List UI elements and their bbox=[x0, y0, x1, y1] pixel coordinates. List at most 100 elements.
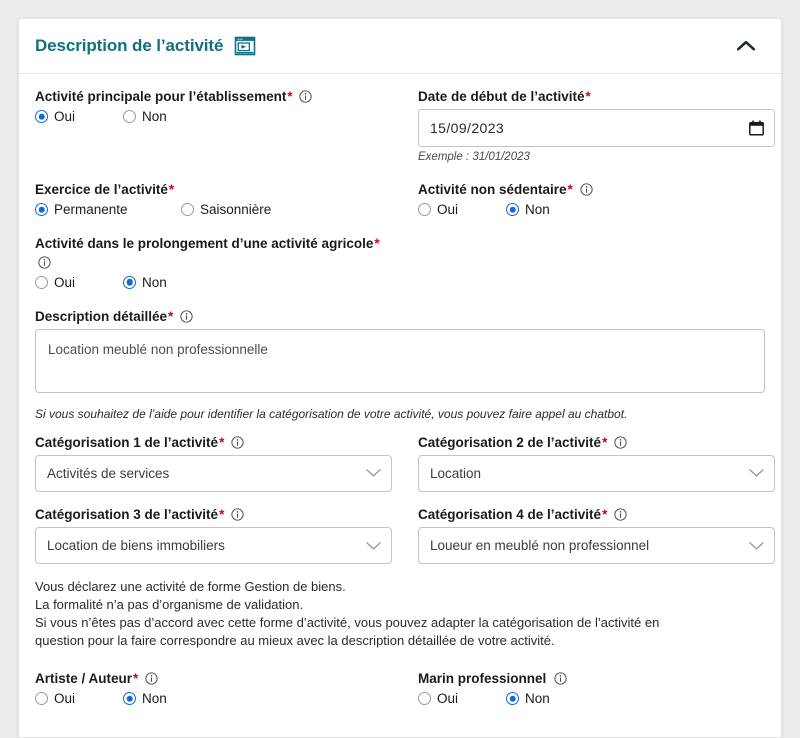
select-wrapper: Loueur en meublé non professionnel bbox=[418, 527, 775, 565]
label-text: Marin professionnel bbox=[418, 670, 547, 686]
info-icon[interactable] bbox=[614, 508, 627, 521]
info-icon[interactable] bbox=[614, 436, 627, 449]
radio-option-oui[interactable]: Oui bbox=[35, 275, 123, 290]
chevron-up-icon bbox=[736, 40, 756, 51]
label-text: Artiste / Auteur bbox=[35, 670, 133, 686]
label-text: Catégorisation 1 de l’activité bbox=[35, 434, 219, 450]
card-header[interactable]: Description de l’activité bbox=[19, 19, 781, 74]
field-label: Date de début de l’activité* bbox=[418, 88, 775, 106]
date-input-wrapper bbox=[418, 109, 775, 148]
description-detaillee-textarea[interactable] bbox=[35, 329, 765, 394]
categorisation-4-select[interactable]: Loueur en meublé non professionnel bbox=[418, 527, 775, 565]
radio-group-artiste-auteur[interactable]: Oui Non bbox=[35, 691, 392, 706]
radio-indicator[interactable] bbox=[35, 275, 48, 289]
radio-indicator[interactable] bbox=[123, 275, 136, 289]
radio-label: Oui bbox=[437, 202, 459, 218]
required-asterisk: * bbox=[287, 89, 293, 104]
field-categorisation-3: Catégorisation 3 de l’activité* Location… bbox=[35, 506, 392, 565]
radio-label: Non bbox=[525, 691, 550, 707]
field-description-detaillee: Description détaillée* bbox=[35, 308, 765, 398]
radio-group-prolongement-agricole[interactable]: Oui Non bbox=[35, 275, 392, 290]
info-icon[interactable] bbox=[231, 436, 244, 449]
radio-indicator[interactable] bbox=[123, 110, 136, 124]
required-asterisk: * bbox=[219, 434, 225, 450]
activity-description-card: Description de l’activité Activité princ… bbox=[18, 18, 782, 738]
select-wrapper: Location de biens immobiliers bbox=[35, 527, 392, 565]
field-label: Marin professionnel bbox=[418, 670, 775, 688]
field-exercice-activite: Exercice de l’activité* Permanente Saiso… bbox=[35, 181, 392, 217]
radio-indicator[interactable] bbox=[35, 692, 48, 706]
info-icon[interactable] bbox=[145, 672, 158, 685]
required-asterisk: * bbox=[602, 506, 608, 522]
categorisation-2-select[interactable]: Location bbox=[418, 454, 775, 492]
required-asterisk: * bbox=[219, 506, 225, 522]
radio-label: Non bbox=[142, 691, 167, 707]
required-asterisk bbox=[546, 671, 547, 686]
radio-option-oui[interactable]: Oui bbox=[35, 691, 123, 706]
radio-option-non[interactable]: Non bbox=[123, 275, 167, 290]
info-icon[interactable] bbox=[38, 256, 51, 269]
card-header-left: Description de l’activité bbox=[35, 35, 256, 57]
info-icon[interactable] bbox=[180, 310, 193, 323]
radio-option-non[interactable]: Non bbox=[506, 691, 550, 706]
info-icon[interactable] bbox=[231, 508, 244, 521]
label-text: Exercice de l’activité bbox=[35, 182, 168, 198]
field-label: Exercice de l’activité* bbox=[35, 181, 392, 199]
label-text: Activité principale pour l’établissement bbox=[35, 89, 287, 104]
video-tutorial-icon[interactable] bbox=[234, 35, 256, 57]
field-categorisation-1: Catégorisation 1 de l’activité* Activité… bbox=[35, 434, 392, 492]
field-label: Activité non sédentaire* bbox=[418, 181, 775, 199]
field-label: Description détaillée* bbox=[35, 308, 765, 326]
page-title: Description de l’activité bbox=[35, 36, 224, 55]
info-icon[interactable] bbox=[299, 90, 312, 103]
row-categorisation-1-2: Catégorisation 1 de l’activité* Activité… bbox=[35, 434, 775, 492]
radio-label: Non bbox=[525, 202, 550, 218]
radio-indicator[interactable] bbox=[506, 203, 519, 217]
field-label: Catégorisation 3 de l’activité* bbox=[35, 506, 392, 524]
date-debut-input[interactable] bbox=[418, 109, 775, 148]
radio-indicator[interactable] bbox=[123, 692, 136, 706]
row-prolongement-agricole: Activité dans le prolongement d’une acti… bbox=[35, 235, 765, 290]
categorisation-1-select[interactable]: Activités de services bbox=[35, 454, 392, 492]
radio-group-marin-professionnel[interactable]: Oui Non bbox=[418, 691, 775, 706]
radio-label: Non bbox=[142, 274, 167, 290]
declaration-line-3: Si vous n’êtes pas d’accord avec cette f… bbox=[35, 615, 660, 630]
radio-option-non[interactable]: Non bbox=[123, 691, 167, 706]
field-date-debut: Date de début de l’activité* 15/09/2023 … bbox=[418, 88, 775, 163]
categorisation-3-select[interactable]: Location de biens immobiliers bbox=[35, 527, 392, 565]
radio-option-non[interactable]: Non bbox=[123, 109, 167, 124]
radio-option-oui[interactable]: Oui bbox=[35, 109, 123, 124]
label-text: Catégorisation 2 de l’activité bbox=[418, 434, 602, 450]
calendar-icon[interactable] bbox=[749, 120, 764, 136]
required-asterisk: * bbox=[374, 236, 380, 252]
info-icon[interactable] bbox=[579, 183, 593, 196]
field-label: Activité dans le prolongement d’une acti… bbox=[35, 235, 392, 271]
field-label: Catégorisation 4 de l’activité* bbox=[418, 506, 775, 524]
label-text: Catégorisation 3 de l’activité bbox=[35, 506, 219, 522]
field-label: Artiste / Auteur* bbox=[35, 670, 392, 688]
radio-indicator[interactable] bbox=[418, 203, 431, 217]
radio-indicator[interactable] bbox=[35, 203, 48, 217]
declaration-line-2: La formalité n’a pas d’organisme de vali… bbox=[35, 597, 304, 613]
field-label: Activité principale pour l’établissement… bbox=[35, 88, 392, 106]
declaration-line-1: Vous déclarez une activité de forme Gest… bbox=[35, 579, 346, 595]
field-marin-professionnel: Marin professionnel Oui Non bbox=[418, 670, 775, 706]
radio-group-exercice[interactable]: Permanente Saisonnière bbox=[35, 202, 392, 217]
row-activity-principal-and-date: Activité principale pour l’établissement… bbox=[35, 88, 775, 163]
radio-option-non[interactable]: Non bbox=[506, 202, 550, 217]
field-label: Catégorisation 2 de l’activité* bbox=[418, 434, 775, 452]
radio-option-saisonniere[interactable]: Saisonnière bbox=[181, 202, 271, 217]
label-text: Date de début de l’activité bbox=[418, 89, 585, 104]
radio-indicator[interactable] bbox=[35, 110, 48, 124]
radio-indicator[interactable] bbox=[506, 692, 519, 706]
radio-group-activite-principale[interactable]: Oui Non bbox=[35, 109, 392, 124]
radio-option-oui[interactable]: Oui bbox=[418, 202, 506, 217]
radio-option-oui[interactable]: Oui bbox=[418, 691, 506, 706]
radio-indicator[interactable] bbox=[181, 203, 194, 217]
info-icon[interactable] bbox=[554, 672, 567, 685]
collapse-section-button[interactable] bbox=[733, 33, 759, 59]
radio-option-permanente[interactable]: Permanente bbox=[35, 202, 181, 217]
required-asterisk: * bbox=[168, 308, 174, 324]
radio-group-non-sedentaire[interactable]: Oui Non bbox=[418, 202, 775, 217]
radio-indicator[interactable] bbox=[418, 692, 431, 706]
